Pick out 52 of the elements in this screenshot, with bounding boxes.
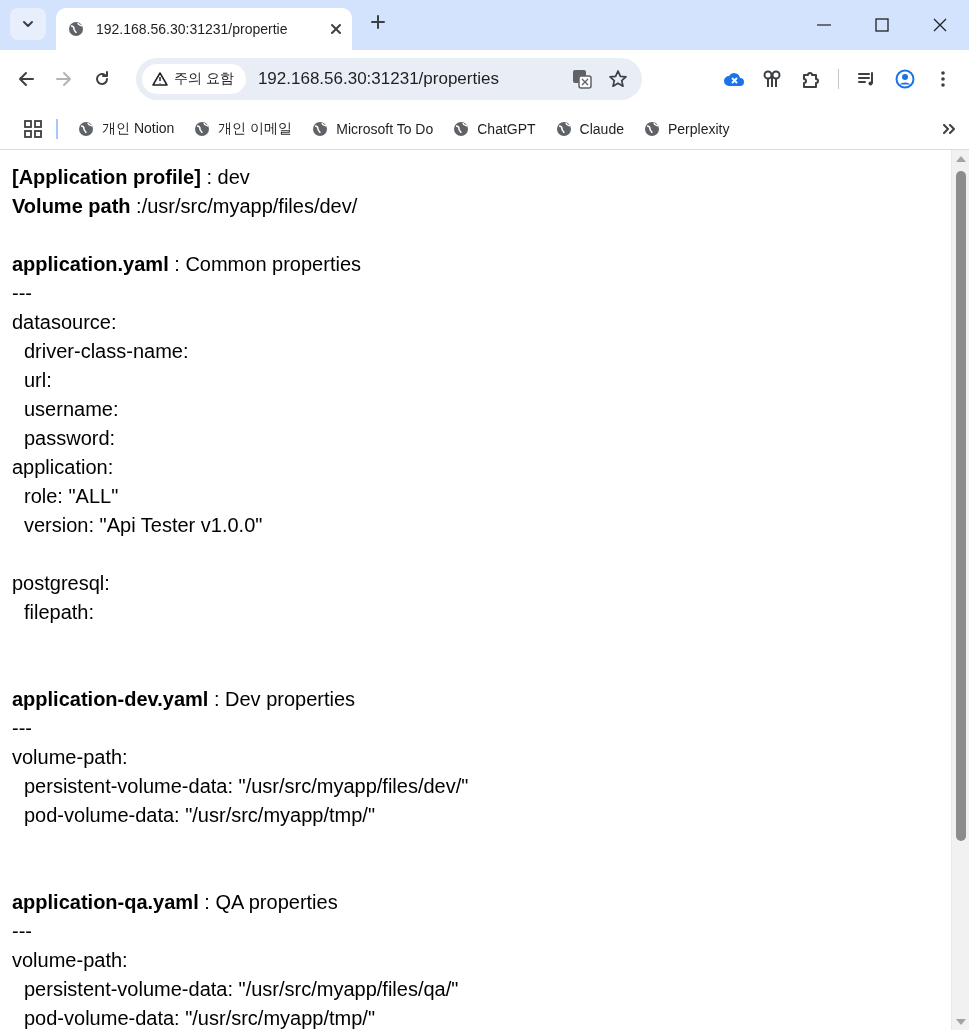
yaml-line: pod-volume-data: "/usr/src/myapp/tmp/" (24, 1006, 375, 1030)
chevron-down-icon (22, 18, 34, 30)
section-title: application-qa.yaml : QA properties (12, 890, 338, 915)
plus-icon (371, 15, 385, 29)
yaml-line: postgresql: (12, 571, 110, 596)
tab-title: 192.168.56.30:31231/propertie (96, 21, 289, 37)
yaml-line: driver-class-name: (24, 339, 189, 364)
globe-icon (453, 120, 470, 137)
yaml-line: datasource: (12, 310, 117, 335)
yaml-line: volume-path: (12, 745, 128, 770)
security-chip[interactable]: 주의 요함 (142, 64, 246, 94)
globe-icon (78, 120, 94, 137)
apps-icon[interactable] (24, 119, 42, 138)
bookmark-item[interactable]: Perplexity (636, 116, 738, 141)
section-title: application.yaml : Common properties (12, 252, 361, 277)
bookmark-item[interactable]: Microsoft To Do (304, 116, 442, 141)
yaml-line: volume-path: (12, 948, 128, 973)
separator-text: --- (12, 281, 32, 306)
yaml-line: persistent-volume-data: "/usr/src/myapp/files/dev/" (24, 774, 469, 799)
address-bar[interactable]: 주의 요함 192.168.56.30:31231/properties (136, 58, 642, 100)
close-icon[interactable] (330, 23, 342, 35)
forward-arrow-icon (56, 71, 72, 87)
yaml-line: password: (24, 426, 116, 451)
browser-tab[interactable]: 192.168.56.30:31231/propertie (56, 8, 352, 50)
separator-text: --- (12, 716, 32, 741)
back-arrow-icon (18, 71, 34, 87)
yaml-line: persistent-volume-data: "/usr/src/myapp/files/qa/" (24, 977, 459, 1002)
yaml-line: version: "Api Tester v1.0.0" (24, 513, 263, 538)
bookmark-item[interactable]: ChatGPT (445, 116, 544, 141)
yaml-line: url: (24, 368, 52, 393)
globe-icon (644, 120, 660, 137)
globe-icon (68, 21, 84, 37)
globe-icon (312, 120, 329, 137)
more-bookmarks-icon[interactable] (943, 123, 955, 134)
bookmark-item[interactable]: 개인 이메일 (186, 115, 301, 142)
bookmark-item[interactable]: Claude (547, 116, 632, 141)
warning-icon (152, 72, 168, 86)
separator-text: --- (12, 919, 32, 944)
url-text: 192.168.56.30:31231/properties (256, 69, 500, 89)
yaml-line: filepath: (24, 600, 95, 625)
globe-icon (555, 120, 572, 137)
yaml-line: username: (24, 397, 119, 422)
section-title: application-dev.yaml : Dev properties (12, 687, 356, 712)
bookmark-item[interactable]: 개인 Notion (70, 115, 183, 142)
yaml-line: role: "ALL" (24, 484, 119, 509)
reload-icon (94, 71, 110, 87)
header-line: Volume path :/usr/src/myapp/files/dev/ (12, 194, 358, 219)
yaml-line: application: (12, 455, 114, 480)
globe-icon (194, 120, 211, 137)
yaml-line: pod-volume-data: "/usr/src/myapp/tmp/" (24, 803, 375, 828)
header-line: [Application profile] : dev (12, 165, 250, 190)
tab-search-button[interactable] (10, 8, 46, 40)
